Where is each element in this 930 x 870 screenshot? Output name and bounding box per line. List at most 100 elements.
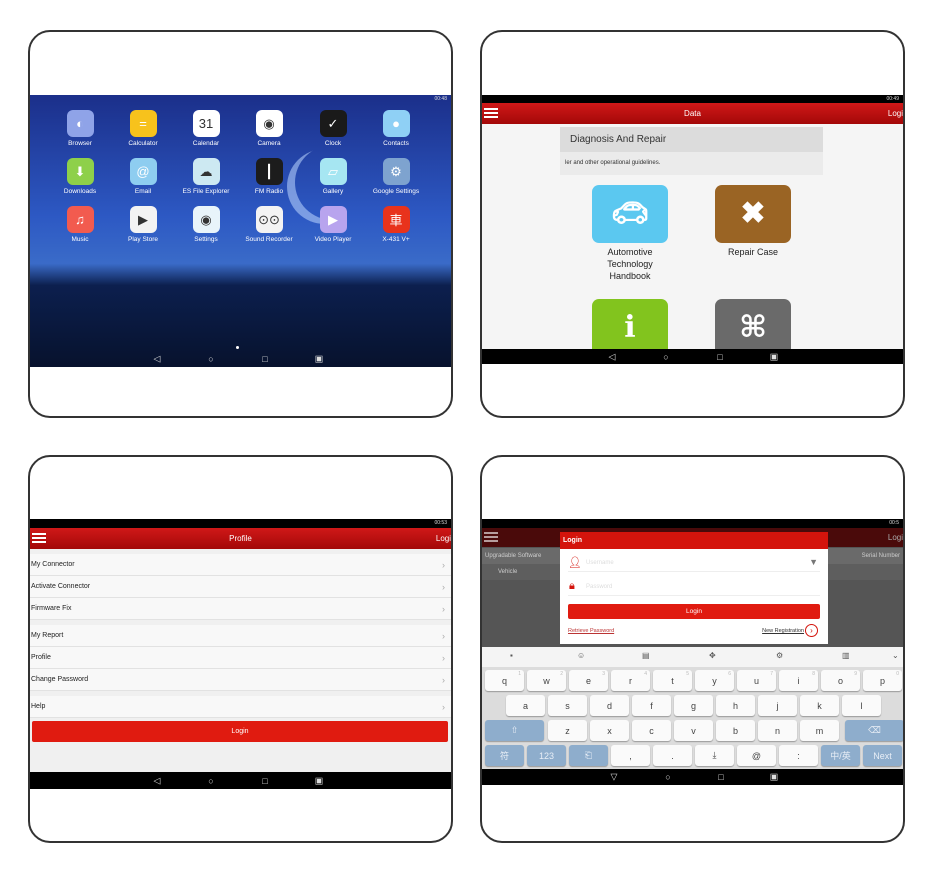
recents-icon[interactable]: □: [717, 352, 722, 362]
key-e[interactable]: e3: [569, 670, 608, 691]
dropdown-arrow-icon[interactable]: ▼: [809, 557, 818, 567]
key-at[interactable]: @: [737, 745, 776, 766]
key-clipboard[interactable]: ⎗: [569, 745, 608, 766]
app-clock[interactable]: ✓ Clock: [303, 110, 363, 147]
key-h[interactable]: h: [716, 695, 755, 716]
back-icon[interactable]: ◁: [154, 775, 161, 786]
home-icon[interactable]: ○: [665, 772, 670, 782]
key-n[interactable]: n: [758, 720, 797, 741]
key-y[interactable]: y6: [695, 670, 734, 691]
key-m[interactable]: m: [800, 720, 839, 741]
login-link[interactable]: Logi: [888, 103, 903, 124]
key-c[interactable]: c: [632, 720, 671, 741]
key-a[interactable]: a: [506, 695, 545, 716]
emoji-icon[interactable]: ☺: [577, 651, 585, 660]
new-registration-link[interactable]: New Registration: [762, 628, 804, 634]
app-calendar[interactable]: 31 Calendar: [176, 110, 236, 147]
tile-car-handbook[interactable]: 🚗︎ Automotive Technology Handbook: [592, 185, 668, 282]
profile-item-change-password[interactable]: Change Password ›: [30, 669, 451, 691]
app-gallery[interactable]: ▱ Gallery: [303, 158, 363, 195]
profile-item-my-report[interactable]: My Report ›: [30, 625, 451, 647]
home-icon[interactable]: ○: [663, 352, 668, 362]
key-t[interactable]: t5: [653, 670, 692, 691]
profile-item-activate-connector[interactable]: Activate Connector ›: [30, 576, 451, 598]
screenshot-icon[interactable]: ▣: [770, 772, 779, 783]
key-r[interactable]: r4: [611, 670, 650, 691]
app-camera[interactable]: ◉ Camera: [239, 110, 299, 147]
clipboard-icon[interactable]: ▥: [842, 651, 850, 660]
key-p[interactable]: p0: [863, 670, 902, 691]
key-enter[interactable]: ⤓: [695, 745, 734, 766]
profile-item-firmware-fix[interactable]: Firmware Fix ›: [30, 598, 451, 620]
home-icon[interactable]: ○: [208, 354, 213, 364]
key-f[interactable]: f: [632, 695, 671, 716]
menu-icon[interactable]: [484, 106, 498, 120]
key-l[interactable]: l: [842, 695, 881, 716]
key-q[interactable]: q1: [485, 670, 524, 691]
key-v[interactable]: v: [674, 720, 713, 741]
login-link[interactable]: Logi: [436, 528, 451, 549]
menu-icon[interactable]: [32, 531, 46, 545]
app-play-store[interactable]: ▶ Play Store: [113, 206, 173, 243]
back-icon[interactable]: ▽: [611, 772, 618, 783]
tile-wrench-screwdriver[interactable]: ✖ Repair Case: [715, 185, 791, 258]
app-fm-radio[interactable]: ┃ FM Radio: [239, 158, 299, 195]
backspace-key[interactable]: ⌫: [845, 720, 903, 741]
key-w[interactable]: w2: [527, 670, 566, 691]
screenshot-icon[interactable]: ▣: [315, 354, 324, 365]
recents-icon[interactable]: □: [718, 772, 723, 782]
cursor-move-icon[interactable]: ✥: [709, 651, 716, 660]
key-d[interactable]: d: [590, 695, 629, 716]
key-z[interactable]: z: [548, 720, 587, 741]
screenshot-icon[interactable]: ▣: [770, 351, 779, 362]
key-next[interactable]: Next: [863, 745, 902, 766]
back-icon[interactable]: ◁: [609, 351, 616, 362]
username-field[interactable]: 👤︎ Username ▼: [568, 556, 820, 572]
app-google-settings[interactable]: ⚙ Google Settings: [366, 158, 426, 195]
back-icon[interactable]: ◁: [154, 354, 161, 365]
key-b[interactable]: b: [716, 720, 755, 741]
app-settings[interactable]: ◉ Settings: [176, 206, 236, 243]
login-button[interactable]: Login: [568, 604, 820, 619]
key-colon[interactable]: :: [779, 745, 818, 766]
recents-icon[interactable]: □: [262, 776, 267, 786]
key-period[interactable]: .: [653, 745, 692, 766]
key-x[interactable]: x: [590, 720, 629, 741]
apps-icon[interactable]: ▪: [510, 651, 513, 660]
key-g[interactable]: g: [674, 695, 713, 716]
password-field[interactable]: 🔒︎ Password: [568, 580, 820, 596]
app-video-player[interactable]: ▶ Video Player: [303, 206, 363, 243]
key-i[interactable]: i8: [779, 670, 818, 691]
key-s[interactable]: s: [548, 695, 587, 716]
home-icon[interactable]: ○: [208, 776, 213, 786]
app-sound-recorder[interactable]: ⊙⊙ Sound Recorder: [239, 206, 299, 243]
recents-icon[interactable]: □: [262, 354, 267, 364]
key-k[interactable]: k: [800, 695, 839, 716]
retrieve-password-link[interactable]: Retrieve Password: [568, 628, 614, 634]
login-link[interactable]: Logi: [888, 528, 903, 547]
key-comma[interactable]: ,: [611, 745, 650, 766]
app-music[interactable]: ♫ Music: [50, 206, 110, 243]
app-contacts[interactable]: ● Contacts: [366, 110, 426, 147]
shift-key[interactable]: ⇧: [485, 720, 544, 741]
app-email[interactable]: @ Email: [113, 158, 173, 195]
keyboard-layout-icon[interactable]: ▤: [642, 651, 650, 660]
key-u[interactable]: u7: [737, 670, 776, 691]
key-j[interactable]: j: [758, 695, 797, 716]
profile-item-help[interactable]: Help ›: [30, 696, 451, 718]
profile-item-profile[interactable]: Profile ›: [30, 647, 451, 669]
app-x-431-v-[interactable]: 車 X-431 V+: [366, 206, 426, 243]
login-button[interactable]: Login: [32, 721, 448, 742]
app-browser[interactable]: ◐ Browser: [50, 110, 110, 147]
app-es-file-explorer[interactable]: ☁ ES File Explorer: [176, 158, 236, 195]
menu-icon[interactable]: [484, 530, 498, 544]
arrow-right-circle-icon[interactable]: ›: [805, 624, 818, 637]
key-o[interactable]: o9: [821, 670, 860, 691]
app-calculator[interactable]: = Calculator: [113, 110, 173, 147]
key-symbols[interactable]: 符: [485, 745, 524, 766]
settings-icon[interactable]: ⚙: [776, 651, 783, 660]
key-language[interactable]: 中/英: [821, 745, 860, 766]
app-downloads[interactable]: ⬇ Downloads: [50, 158, 110, 195]
collapse-keyboard-icon[interactable]: ⌄: [892, 651, 899, 660]
screenshot-icon[interactable]: ▣: [315, 775, 324, 786]
